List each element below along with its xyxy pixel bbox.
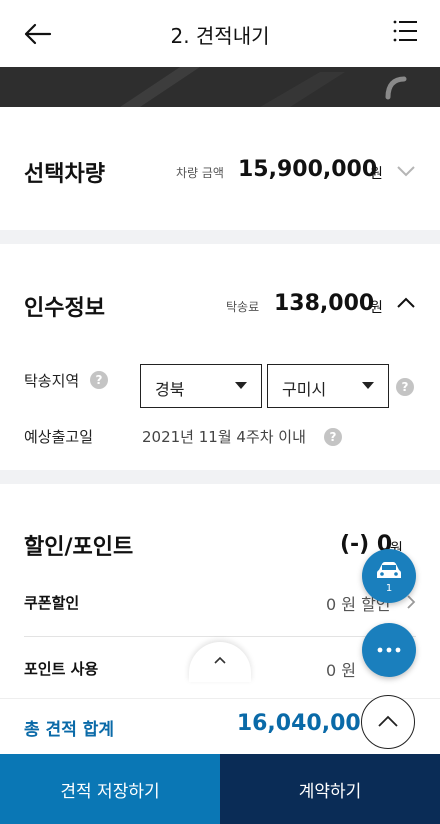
region-city-value: 구미시 [282, 380, 327, 399]
section-title-discount: 할인/포인트 [24, 535, 134, 560]
caret-down-icon [235, 382, 247, 389]
region-label: 탁송지역 [24, 372, 80, 390]
row-divider [24, 636, 416, 637]
car-icon [377, 562, 401, 578]
more-dots-icon [377, 647, 401, 653]
help-icon[interactable]: ? [396, 378, 414, 396]
app-header: 2. 견적내기 [0, 0, 440, 67]
cart-fab[interactable]: 1 [362, 549, 416, 603]
point-value[interactable]: 0 원 [326, 657, 356, 681]
list-menu-icon [393, 20, 417, 42]
save-quote-button[interactable]: 견적 저장하기 [0, 754, 220, 824]
coupon-label: 쿠폰할인 [24, 594, 80, 612]
region-province-value: 경북 [155, 380, 185, 399]
region-province-select[interactable]: 경북 [140, 364, 262, 408]
section-title-delivery: 인수정보 [24, 296, 105, 321]
expected-date-value: 2021년 11월 4주차 이내 [142, 428, 306, 446]
vehicle-image [0, 67, 440, 107]
delivery-fee-value: 138,000 [274, 291, 375, 316]
total-value: 16,040,000 [236, 711, 376, 736]
chevron-up-icon [214, 656, 226, 664]
chevron-up-icon [378, 715, 398, 727]
vehicle-image-strip [0, 67, 440, 107]
chevron-up-icon[interactable] [396, 297, 416, 309]
cart-count-badge: 1 [385, 583, 393, 594]
section-gap [0, 230, 440, 244]
vehicle-price-unit: 원 [370, 166, 383, 182]
total-label: 총 견적 합계 [24, 720, 115, 740]
expected-date-label: 예상출고일 [24, 428, 94, 446]
point-label: 포인트 사용 [24, 660, 99, 678]
caret-down-icon [362, 382, 374, 389]
page-title: 2. 견적내기 [170, 24, 270, 48]
help-icon[interactable]: ? [90, 371, 108, 389]
collapse-tab[interactable] [189, 642, 251, 682]
help-icon[interactable]: ? [324, 428, 342, 446]
delivery-section-header[interactable]: 인수정보 탁송료 138,000 원 [0, 274, 440, 334]
chevron-down-icon[interactable] [396, 165, 416, 177]
vehicle-price-label: 차량 금액 [176, 166, 224, 180]
more-options-fab[interactable] [362, 623, 416, 677]
vehicle-price-value: 15,900,000 [238, 157, 378, 182]
chevron-right-icon[interactable] [406, 594, 416, 610]
contract-button[interactable]: 계약하기 [220, 754, 440, 824]
vehicle-section-header[interactable]: 선택차량 차량 금액 15,900,000 원 [0, 140, 440, 200]
delivery-fee-label: 탁송료 [226, 300, 260, 314]
region-city-select[interactable]: 구미시 [267, 364, 389, 408]
section-title-vehicle: 선택차량 [24, 162, 105, 187]
delivery-fee-unit: 원 [370, 300, 383, 316]
scroll-top-button[interactable] [361, 695, 415, 749]
section-gap [0, 470, 440, 484]
menu-button[interactable] [392, 18, 418, 44]
